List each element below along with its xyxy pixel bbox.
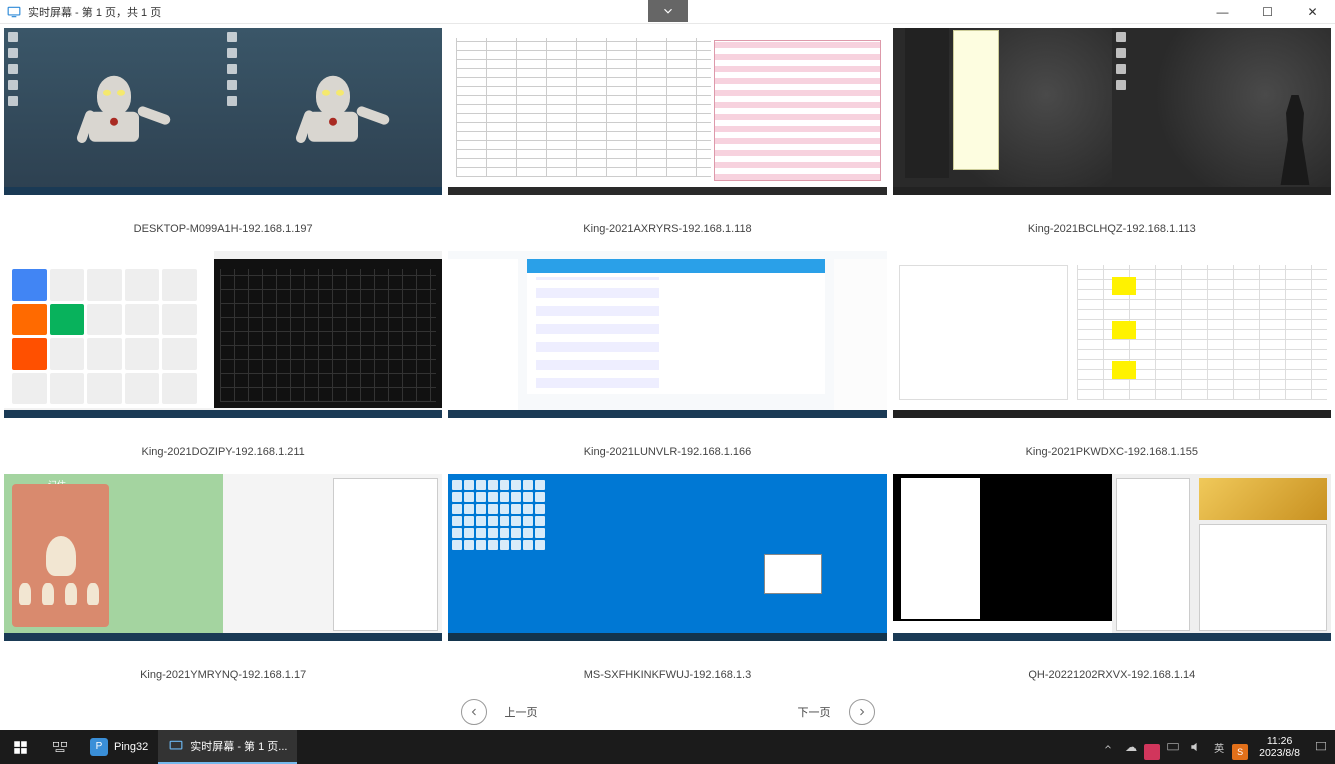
task-view-button[interactable] <box>40 730 80 764</box>
next-page-button[interactable]: 下一页 <box>798 699 875 725</box>
screen-thumbnail[interactable] <box>893 251 1331 418</box>
next-page-label: 下一页 <box>798 704 831 720</box>
screen-thumbnail[interactable] <box>893 474 1331 641</box>
taskbar-app-label: 实时屏幕 - 第 1 页... <box>190 738 287 754</box>
tray-network-icon[interactable] <box>1163 730 1183 764</box>
prev-page-label: 上一页 <box>505 704 538 720</box>
arrow-left-icon <box>461 699 487 725</box>
start-button[interactable] <box>0 730 40 764</box>
screen-thumbnail[interactable] <box>893 28 1331 195</box>
tray-ime-icon[interactable]: 英 <box>1209 730 1229 764</box>
screen-thumbnail[interactable]: 记住 <box>4 474 442 641</box>
window-titlebar: 实时屏幕 - 第 1 页，共 1 页 — ☐ ✕ <box>0 0 1335 24</box>
minimize-button[interactable]: — <box>1200 0 1245 24</box>
screen-thumbnail[interactable] <box>448 251 886 418</box>
screen-label: King-2021YMRYNQ-192.168.1.17 <box>4 641 442 693</box>
prev-page-button[interactable]: 上一页 <box>461 699 538 725</box>
screen-grid-container: DESKTOP-M099A1H-192.168.1.197 King-2021A… <box>0 24 1335 730</box>
screen-label: DESKTOP-M099A1H-192.168.1.197 <box>4 195 442 247</box>
screen-label: King-2021LUNVLR-192.168.1.166 <box>448 418 886 470</box>
screen-thumbnail[interactable] <box>448 28 886 195</box>
chevron-down-icon <box>661 4 675 18</box>
pagination: 上一页 下一页 <box>0 693 1335 730</box>
close-button[interactable]: ✕ <box>1290 0 1335 24</box>
tray-app-icon[interactable] <box>1144 744 1160 760</box>
screen-label: MS-SXFHKINKFWUJ-192.168.1.3 <box>448 641 886 693</box>
taskbar-app-label: Ping32 <box>114 741 148 753</box>
clock-date: 2023/8/8 <box>1259 747 1300 759</box>
screen-label: King-2021PKWDXC-192.168.1.155 <box>893 418 1331 470</box>
monitor-icon <box>168 738 184 754</box>
screen-thumbnail[interactable] <box>4 28 442 195</box>
system-tray: ☁ 英 S 11:26 2023/8/8 <box>1098 730 1335 764</box>
clock-time: 11:26 <box>1259 735 1300 747</box>
screen-thumbnail[interactable] <box>4 251 442 418</box>
collapse-toolbar-button[interactable] <box>648 0 688 22</box>
tray-onedrive-icon[interactable]: ☁ <box>1121 730 1141 764</box>
taskbar-app-realtime-screen[interactable]: 实时屏幕 - 第 1 页... <box>158 730 297 764</box>
tray-volume-icon[interactable] <box>1186 730 1206 764</box>
screen-label: King-2021AXRYRS-192.168.1.118 <box>448 195 886 247</box>
monitor-icon <box>6 4 22 20</box>
task-view-icon <box>52 739 68 755</box>
taskbar-clock[interactable]: 11:26 2023/8/8 <box>1251 735 1308 759</box>
ping32-icon: P <box>90 738 108 756</box>
tray-chevron-up-icon[interactable] <box>1098 730 1118 764</box>
maximize-button[interactable]: ☐ <box>1245 0 1290 24</box>
screen-label: King-2021DOZIPY-192.168.1.211 <box>4 418 442 470</box>
tray-notifications-icon[interactable] <box>1311 730 1331 764</box>
screen-thumbnail[interactable] <box>448 474 886 641</box>
windows-taskbar: P Ping32 实时屏幕 - 第 1 页... ☁ 英 S 11:26 202… <box>0 730 1335 764</box>
tray-sogou-icon[interactable]: S <box>1232 744 1248 760</box>
window-title: 实时屏幕 - 第 1 页，共 1 页 <box>28 4 161 20</box>
screen-label: QH-20221202RXVX-192.168.1.14 <box>893 641 1331 693</box>
windows-icon <box>13 740 28 755</box>
arrow-right-icon <box>849 699 875 725</box>
taskbar-app-ping32[interactable]: P Ping32 <box>80 730 158 764</box>
screen-label: King-2021BCLHQZ-192.168.1.113 <box>893 195 1331 247</box>
